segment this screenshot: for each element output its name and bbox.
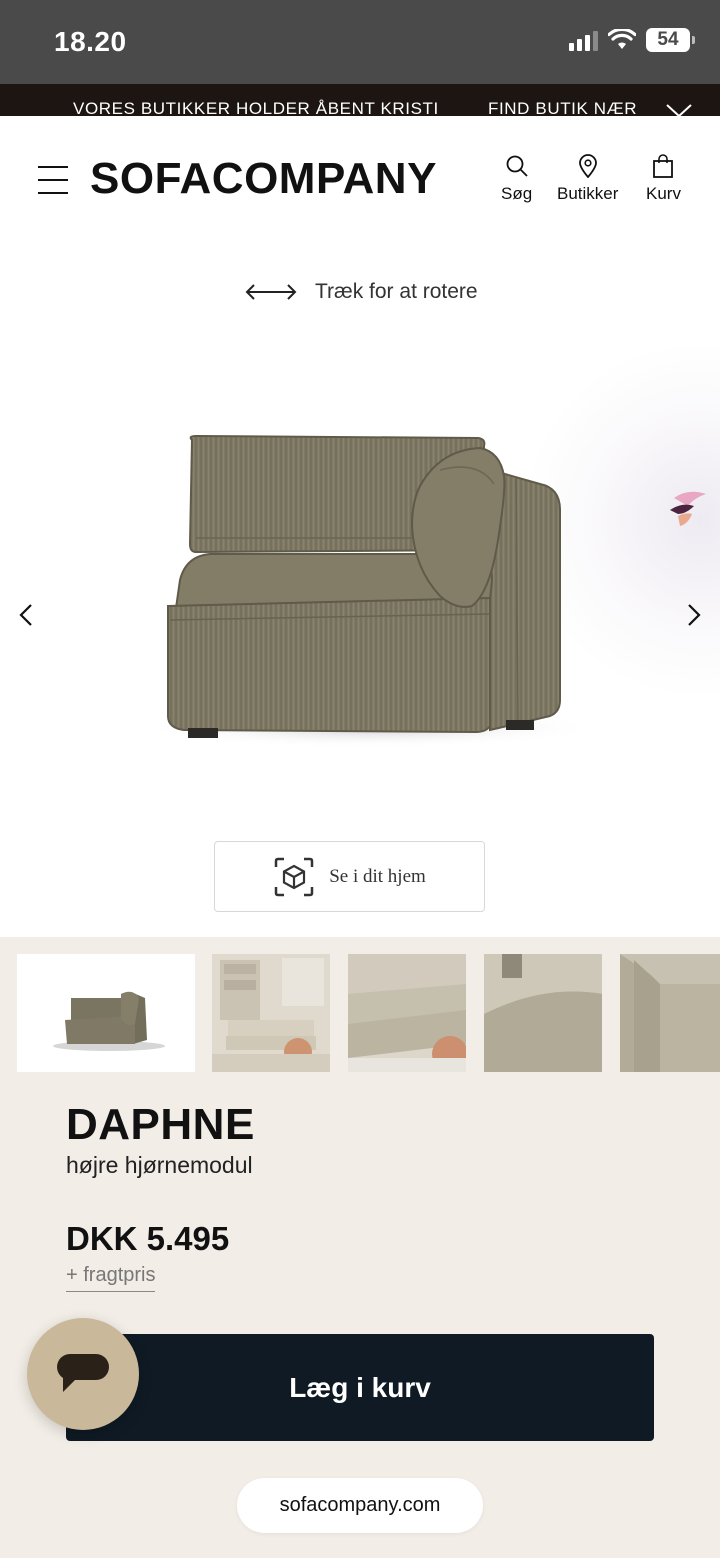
chevron-down-icon[interactable] bbox=[666, 104, 692, 116]
url-bar[interactable]: sofacompany.com bbox=[237, 1478, 483, 1533]
thumbnail-5[interactable] bbox=[620, 954, 720, 1072]
site-logo[interactable]: SOFACOMPANY bbox=[90, 154, 437, 204]
nav-cart[interactable]: Kurv bbox=[646, 154, 681, 204]
location-pin-icon bbox=[578, 154, 597, 178]
nav-search[interactable]: Søg bbox=[501, 154, 532, 204]
thumbnail-strip bbox=[0, 937, 720, 1087]
view-in-home-button[interactable]: Se i dit hjem bbox=[214, 841, 485, 912]
shopping-bag-icon bbox=[653, 154, 674, 178]
add-to-cart-button[interactable]: Læg i kurv bbox=[66, 1334, 654, 1441]
announcement-text: VORES BUTIKKER HOLDER ÅBENT KRISTI bbox=[73, 99, 439, 116]
product-3d-viewer[interactable]: Træk for at rotere Se i dit hjem bbox=[0, 240, 720, 937]
next-arrow-icon[interactable] bbox=[684, 602, 704, 628]
thumbnail-4[interactable] bbox=[484, 954, 602, 1072]
previous-arrow-icon[interactable] bbox=[16, 602, 36, 628]
wifi-icon bbox=[608, 29, 636, 49]
thumbnail-1[interactable] bbox=[17, 954, 195, 1072]
hamburger-menu-icon[interactable] bbox=[38, 166, 68, 194]
status-bar: 18.20 54 bbox=[0, 0, 720, 84]
status-time: 18.20 bbox=[54, 26, 127, 57]
chat-icon bbox=[57, 1354, 109, 1392]
nav-cart-label: Kurv bbox=[646, 184, 681, 203]
thumbnail-3[interactable] bbox=[348, 954, 466, 1072]
announcement-bar: VORES BUTIKKER HOLDER ÅBENT KRISTI FIND … bbox=[0, 84, 720, 116]
thumbnail-2[interactable] bbox=[212, 954, 330, 1072]
brand-mark-icon bbox=[670, 491, 706, 526]
product-subtitle: højre hjørnemodul bbox=[66, 1152, 253, 1178]
cellular-signal-icon bbox=[569, 29, 598, 51]
product-price: DKK 5.495 bbox=[66, 1220, 230, 1257]
chat-button[interactable] bbox=[27, 1318, 139, 1430]
battery-icon: 54 bbox=[646, 28, 695, 52]
nav-stores[interactable]: Butikker bbox=[557, 154, 618, 204]
site-header: SOFACOMPANY Søg Butikker Kurv bbox=[0, 116, 720, 240]
shipping-price-link[interactable]: + fragtpris bbox=[66, 1264, 156, 1292]
ar-cube-icon bbox=[274, 857, 314, 896]
product-name: DAPHNE bbox=[66, 1100, 255, 1149]
nav-search-label: Søg bbox=[501, 184, 533, 203]
sofa-image bbox=[140, 434, 580, 748]
view-in-home-label: Se i dit hjem bbox=[329, 865, 426, 887]
search-icon bbox=[506, 155, 528, 177]
nav-stores-label: Butikker bbox=[557, 184, 619, 203]
double-arrow-icon bbox=[245, 284, 297, 300]
find-store-link[interactable]: FIND BUTIK NÆR bbox=[488, 99, 637, 116]
status-icons: 54 bbox=[569, 28, 695, 52]
rotate-hint-label: Træk for at rotere bbox=[315, 280, 478, 303]
browser-bar: sofacompany.com bbox=[0, 1458, 720, 1558]
rotate-hint: Træk for at rotere bbox=[245, 280, 478, 304]
